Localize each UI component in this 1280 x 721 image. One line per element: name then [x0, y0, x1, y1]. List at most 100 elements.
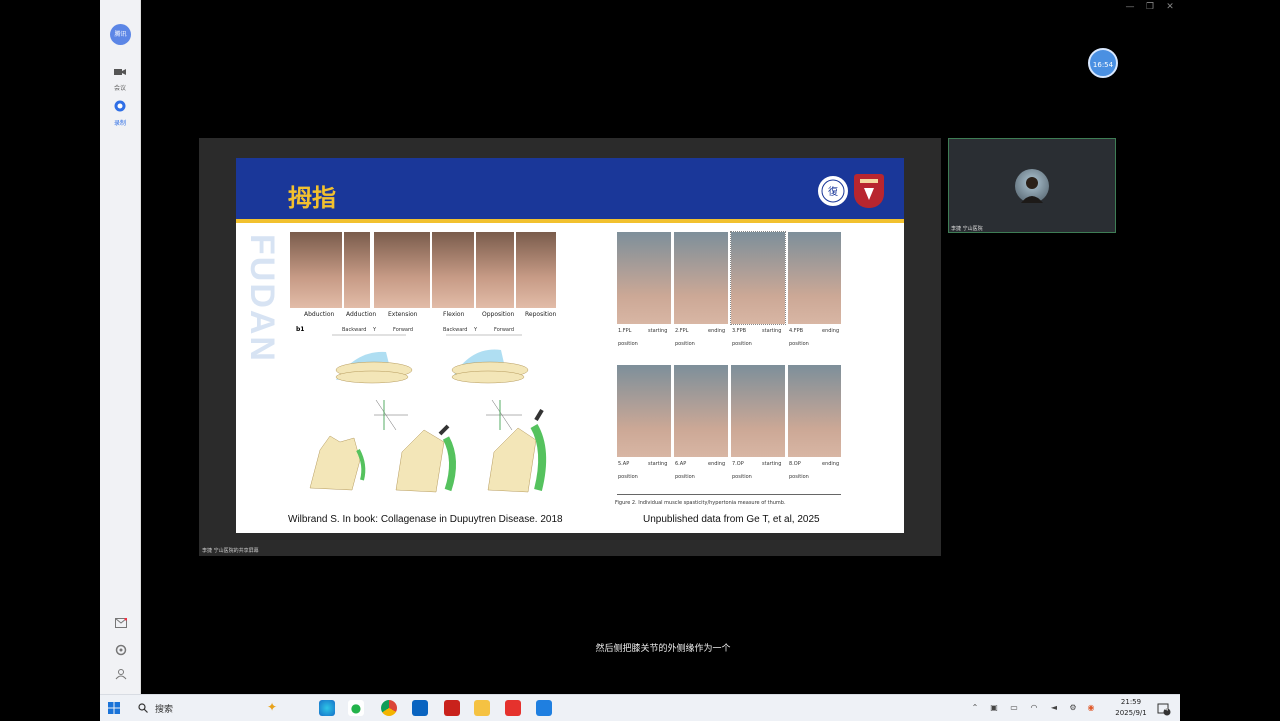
- muscle-photo-grid: 1.FPL starting position 2.FPL ending pos…: [617, 230, 841, 495]
- notification-count: 4: [1165, 707, 1169, 713]
- meeting-timer-badge[interactable]: 16:54: [1088, 48, 1118, 78]
- cell-label: position: [789, 341, 809, 347]
- sidebar-item-meeting[interactable]: 会议: [100, 62, 140, 92]
- record-icon: [114, 100, 126, 112]
- cell-label: starting: [762, 461, 782, 467]
- hospital-shield-logo: [854, 174, 884, 208]
- left-caption: Wilbrand S. In book: Collagenase in Dupu…: [288, 514, 563, 525]
- wps-icon[interactable]: [505, 700, 521, 716]
- svg-text:復: 復: [828, 185, 838, 198]
- cell-label: starting: [648, 328, 668, 334]
- maximize-button[interactable]: ❐: [1141, 0, 1159, 14]
- live-subtitle: 然后侧把膝关节的外侧缘作为一个: [590, 640, 736, 658]
- outlook-icon[interactable]: [412, 700, 428, 716]
- figure-caption: Figure 2. Individual muscle spasticity/h…: [615, 500, 786, 506]
- sidebar-item-label: 录制: [113, 120, 126, 127]
- cell-label: 4.FPB: [789, 328, 804, 334]
- cell-label: position: [675, 474, 695, 480]
- wechat-icon[interactable]: ●: [348, 700, 364, 716]
- sidebar-item-label: 会议: [113, 85, 126, 92]
- slide-title: 拇指: [288, 184, 336, 212]
- minimize-button[interactable]: —: [1121, 0, 1139, 14]
- cell-label: starting: [648, 461, 668, 467]
- hand-skeleton-illustration: [309, 334, 547, 493]
- tray-app-icon[interactable]: ◉: [1086, 703, 1096, 713]
- hand-photo: [432, 232, 474, 308]
- cell-label: position: [732, 474, 752, 480]
- cell-label: ending: [708, 328, 726, 334]
- cell-label: 6.AP: [675, 461, 687, 467]
- grid-photo: [674, 232, 728, 324]
- grid-photo: [617, 365, 671, 457]
- motion-label: Opposition: [482, 311, 515, 318]
- volume-icon[interactable]: ◄: [1049, 703, 1059, 713]
- settings-tray-icon[interactable]: ⚙: [1068, 703, 1078, 713]
- hand-photo: [516, 232, 556, 308]
- cell-label: 7.OP: [732, 461, 744, 467]
- clock-time[interactable]: 21:59: [1111, 698, 1151, 706]
- edge-icon[interactable]: [319, 700, 335, 716]
- cell-label: 8.OP: [789, 461, 801, 467]
- cell-label: position: [732, 341, 752, 347]
- clock-date[interactable]: 2025/9/1: [1105, 709, 1157, 717]
- photos-icon[interactable]: [536, 700, 552, 716]
- slide-header: 拇指 復: [236, 158, 904, 223]
- tray-app-icon[interactable]: ▣: [989, 703, 999, 713]
- video-camera-icon: [114, 69, 126, 75]
- motion-label: Adduction: [346, 311, 377, 318]
- notification-icon: [1157, 703, 1171, 716]
- grid-photo: [617, 232, 671, 324]
- hand-photo: [374, 232, 430, 308]
- cell-label: ending: [822, 461, 840, 467]
- grid-photo-selected[interactable]: [730, 231, 786, 325]
- cell-label: position: [618, 474, 638, 480]
- taskbar: 搜索 ✦ ● ⌃ ▣ ▭ ◠ ◄ ⚙ ◉ 21:59 2025/9/1 4: [100, 694, 1180, 721]
- grid-photo: [731, 365, 785, 457]
- file-explorer-icon[interactable]: [474, 700, 490, 716]
- cell-label: ending: [822, 328, 840, 334]
- copilot-sparkle-icon[interactable]: ✦: [267, 700, 277, 714]
- hand-photo: [290, 232, 342, 308]
- acrobat-icon[interactable]: [444, 700, 460, 716]
- cell-label: position: [618, 341, 638, 347]
- presentation-slide: 拇指 復 FUDAN UNIVERSITY a Abduction Adduct…: [236, 158, 904, 533]
- search-placeholder: 搜索: [155, 705, 174, 715]
- participant-avatar: [1015, 169, 1049, 203]
- taskbar-search-box[interactable]: 搜索 ✦: [133, 699, 303, 717]
- cell-label: ending: [708, 461, 726, 467]
- university-seal-logo: 復: [816, 174, 850, 208]
- cell-label: 2.FPL: [675, 328, 689, 334]
- motion-label: Reposition: [525, 311, 557, 318]
- grid-photo: [788, 365, 841, 457]
- grid-photo: [674, 365, 728, 457]
- wifi-icon[interactable]: ◠: [1029, 703, 1039, 713]
- cell-label: 5.AP: [618, 461, 630, 467]
- chevron-up-icon[interactable]: ⌃: [970, 703, 980, 713]
- chrome-icon[interactable]: [381, 700, 397, 716]
- app-sidebar: 腾讯 会议 录制: [100, 0, 141, 694]
- close-button[interactable]: ✕: [1161, 0, 1179, 14]
- right-caption: Unpublished data from Ge T, et al, 2025: [643, 514, 820, 525]
- cell-label: position: [675, 341, 695, 347]
- participant-video-tile[interactable]: 李捷 宁山医院: [948, 138, 1116, 233]
- grid-divider: [617, 494, 841, 495]
- grid-photo: [788, 232, 841, 324]
- hand-photo: [344, 232, 370, 308]
- motion-label: Extension: [388, 311, 418, 318]
- battery-icon[interactable]: ▭: [1009, 703, 1019, 713]
- search-icon: [138, 703, 148, 713]
- gear-icon[interactable]: [115, 644, 127, 656]
- user-icon[interactable]: [115, 668, 127, 680]
- cell-label: 3.FPB: [732, 328, 747, 334]
- app-logo[interactable]: 腾讯: [110, 24, 131, 45]
- participant-name: 李捷 宁山医院: [951, 226, 983, 232]
- motion-label: Flexion: [443, 311, 465, 318]
- mail-icon[interactable]: [115, 618, 127, 628]
- watermark-text: FUDAN UNIVERSITY: [236, 234, 281, 458]
- cell-label: 1.FPL: [618, 328, 632, 334]
- windows-start-icon[interactable]: [108, 702, 120, 714]
- notification-center-button[interactable]: 4: [1157, 701, 1171, 716]
- sidebar-item-record[interactable]: 录制: [100, 97, 140, 127]
- share-owner-label: 李捷 宁山医院的共享屏幕: [202, 548, 259, 554]
- cell-label: starting: [762, 328, 782, 334]
